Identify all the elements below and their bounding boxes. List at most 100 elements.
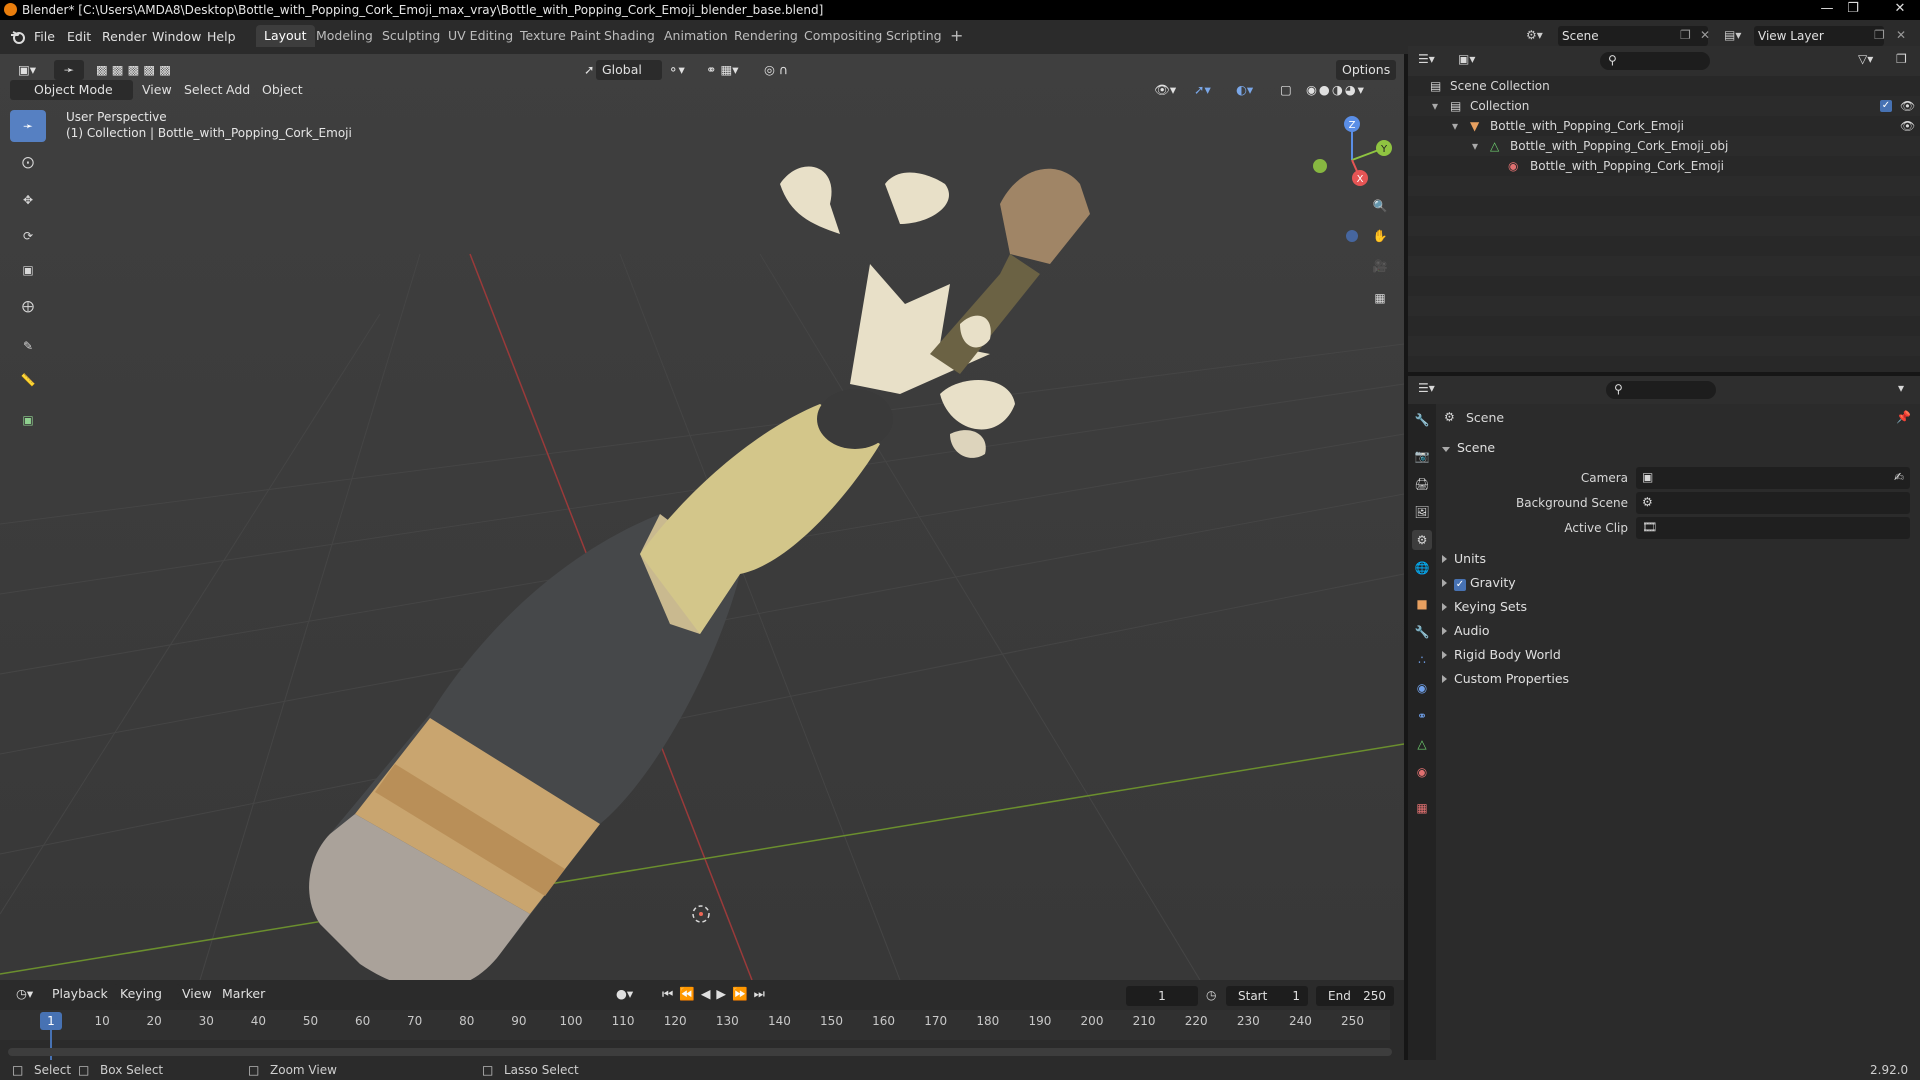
current-frame-field[interactable]: 1 xyxy=(1126,986,1198,1006)
tab-compositing[interactable]: Compositing xyxy=(796,25,890,47)
timeline-ruler[interactable]: 10 20 30 40 50 60 70 80 90 100 110 120 130 140 150 160 1… xyxy=(0,1010,1390,1060)
pivot-icon[interactable]: ⚬▾ xyxy=(662,60,691,80)
modifier-tab-icon[interactable]: 🔧 xyxy=(1412,622,1432,642)
data-tab-icon[interactable]: △ xyxy=(1412,734,1432,754)
timeline-menu-marker[interactable]: Marker xyxy=(216,984,271,1004)
outliner-row-object[interactable]: ▾ ▼ Bottle_with_Popping_Cork_Emoji 👁 xyxy=(1408,116,1920,136)
output-tab-icon[interactable]: 🖨 xyxy=(1412,474,1432,494)
particles-tab-icon[interactable]: ∴ xyxy=(1412,650,1432,670)
timeline-editor-type-icon[interactable]: ◷▾ xyxy=(10,984,39,1004)
outliner-row-material[interactable]: ◉ Bottle_with_Popping_Cork_Emoji xyxy=(1408,156,1920,176)
display-mode-icon[interactable]: ▣▾ xyxy=(1458,52,1475,66)
expand-arrow-icon[interactable]: ▾ xyxy=(1472,136,1478,156)
outliner-row-collection[interactable]: ▾ ▤ Collection ✓ 👁 xyxy=(1408,96,1920,116)
eye-icon[interactable]: 👁 xyxy=(1900,116,1915,136)
tab-modeling[interactable]: Modeling xyxy=(308,25,381,47)
camera-view-icon[interactable]: 🎥 xyxy=(1366,252,1394,280)
keying-sets-panel-header[interactable]: Keying Sets xyxy=(1442,599,1527,614)
custom-properties-panel-header[interactable]: Custom Properties xyxy=(1442,671,1569,686)
constraints-tab-icon[interactable]: ⚭ xyxy=(1412,706,1432,726)
tab-texture-paint[interactable]: Texture Paint xyxy=(512,25,609,47)
start-frame-field[interactable]: Start 1 xyxy=(1226,986,1308,1006)
scene-panel-header[interactable]: Scene xyxy=(1442,440,1495,455)
expand-arrow-icon[interactable]: ▾ xyxy=(1432,96,1438,116)
close-button[interactable]: ✕ xyxy=(1880,0,1920,18)
units-panel-header[interactable]: Units xyxy=(1442,551,1486,566)
outliner-row-scene-collection[interactable]: ▤ Scene Collection xyxy=(1408,76,1920,96)
tool-rotate[interactable]: ⟳ xyxy=(10,220,46,252)
menu-help[interactable]: Help xyxy=(207,29,236,44)
tool-annotate[interactable]: ✎ xyxy=(10,330,46,362)
tool-tab-icon[interactable]: 🔧 xyxy=(1412,410,1432,430)
background-scene-field[interactable]: ⚙ xyxy=(1636,492,1910,514)
snap-icon[interactable]: ⚭ ▦▾ xyxy=(700,60,745,80)
properties-options-icon[interactable]: ▾ xyxy=(1898,381,1904,395)
grid-view-icon[interactable]: ▦ xyxy=(1366,284,1394,312)
new-view-layer-icon[interactable]: ❐ xyxy=(1874,28,1885,42)
viewport-menu-add[interactable]: Add xyxy=(220,80,256,100)
tab-scripting[interactable]: Scripting xyxy=(878,25,950,47)
outliner-editor-type-icon[interactable]: ☰▾ xyxy=(1418,52,1435,66)
texture-tab-icon[interactable]: ▦ xyxy=(1412,798,1432,818)
tool-move[interactable]: ✥ xyxy=(10,184,46,216)
filter-icon[interactable]: ▽▾ xyxy=(1858,52,1873,66)
tab-rendering[interactable]: Rendering xyxy=(726,25,806,47)
timeline-menu-keying[interactable]: Keying xyxy=(114,984,180,1004)
material-tab-icon[interactable]: ◉ xyxy=(1412,762,1432,782)
delete-view-layer-icon[interactable]: ✕ xyxy=(1896,28,1906,42)
delete-scene-icon[interactable]: ✕ xyxy=(1700,28,1710,42)
pan-hand-icon[interactable]: ✋ xyxy=(1366,222,1394,250)
rigid-body-world-panel-header[interactable]: Rigid Body World xyxy=(1442,647,1561,662)
new-scene-icon[interactable]: ❐ xyxy=(1680,28,1691,42)
viewport-menu-object[interactable]: Object xyxy=(256,80,309,100)
options-dropdown[interactable]: Options xyxy=(1336,60,1397,80)
tool-add-cube[interactable]: ▣ xyxy=(10,404,46,436)
tool-cursor[interactable]: ⨀ xyxy=(10,146,46,178)
menu-window[interactable]: Window xyxy=(152,29,201,44)
physics-tab-icon[interactable]: ◉ xyxy=(1412,678,1432,698)
overlay-toggle-icon[interactable]: ◐▾ xyxy=(1230,80,1259,100)
outliner-row-mesh[interactable]: ▾ △ Bottle_with_Popping_Cork_Emoji_obj xyxy=(1408,136,1920,156)
active-clip-field[interactable]: 🎞 xyxy=(1636,517,1910,539)
tab-shading[interactable]: Shading xyxy=(596,25,663,47)
xray-toggle-icon[interactable]: ▢ xyxy=(1274,80,1298,100)
outliner-search-input[interactable]: ⚲ xyxy=(1600,52,1710,70)
tool-transform[interactable]: ⨁ xyxy=(10,290,46,322)
tool-scale[interactable]: ▣ xyxy=(10,254,46,286)
add-workspace-button[interactable]: + xyxy=(942,25,971,47)
eyedropper-icon[interactable]: ✍ xyxy=(1894,470,1904,484)
exclude-checkbox[interactable]: ✓ xyxy=(1880,100,1892,112)
audio-panel-header[interactable]: Audio xyxy=(1442,623,1490,638)
scene-tab-icon[interactable]: ⚙ xyxy=(1412,530,1432,550)
object-tab-icon[interactable]: ■ xyxy=(1412,594,1432,614)
select-tool-icon[interactable]: ➛ xyxy=(54,60,84,80)
eye-icon[interactable]: 👁 xyxy=(1900,96,1915,116)
expand-arrow-icon[interactable]: ▾ xyxy=(1452,116,1458,136)
gravity-panel-header[interactable]: ✓ Gravity xyxy=(1442,575,1516,591)
menu-file[interactable]: File xyxy=(34,29,55,44)
shading-mode-icons[interactable]: ◉●◑◕▾ xyxy=(1300,80,1372,100)
gravity-checkbox[interactable]: ✓ xyxy=(1454,579,1466,591)
3d-viewport[interactable]: ▣▾ ➛ ▩▩▩▩▩ ➚ Global ⚬▾ ⚭ ▦▾ ◎ ∩ Options … xyxy=(0,54,1404,980)
menu-render[interactable]: Render xyxy=(102,29,147,44)
tab-animation[interactable]: Animation xyxy=(656,25,736,47)
pin-icon[interactable]: 📌 xyxy=(1896,410,1911,424)
editor-type-icon[interactable]: ▣▾ xyxy=(12,60,42,80)
timeline-scrollbar[interactable] xyxy=(8,1048,1392,1056)
gizmo-toggle-icon[interactable]: ➚▾ xyxy=(1188,80,1217,100)
view-layer-tab-icon[interactable]: 🖼 xyxy=(1412,502,1432,522)
world-tab-icon[interactable]: 🌐 xyxy=(1412,558,1432,578)
orientation-dropdown[interactable]: Global xyxy=(596,60,662,80)
viewport-menu-view[interactable]: View xyxy=(136,80,178,100)
properties-editor-type-icon[interactable]: ☰▾ xyxy=(1418,381,1435,395)
zoom-icon[interactable]: 🔍 xyxy=(1366,192,1394,220)
viewport-canvas[interactable] xyxy=(0,54,1404,980)
mode-dropdown[interactable]: Object Mode xyxy=(10,80,133,100)
view-layer-selector[interactable]: View Layer xyxy=(1754,26,1884,46)
selection-mode-icons[interactable]: ▩▩▩▩▩ xyxy=(90,60,181,80)
tab-layout[interactable]: Layout xyxy=(256,25,315,47)
minimize-button[interactable]: — xyxy=(1814,0,1840,18)
maximize-button[interactable]: ❐ xyxy=(1840,0,1866,18)
visibility-icon[interactable]: 👁▾ xyxy=(1148,80,1182,100)
playhead[interactable]: 1 xyxy=(40,1012,62,1030)
